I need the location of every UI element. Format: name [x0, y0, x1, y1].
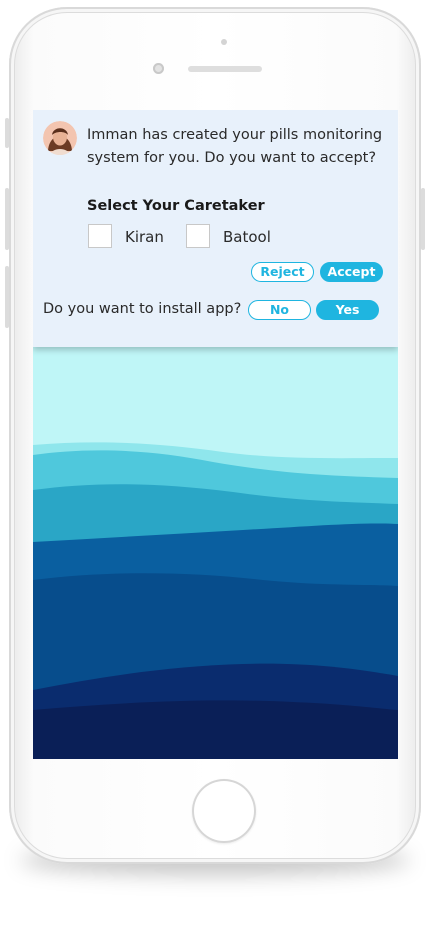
notification-card: Imman has created your pills monitoring … — [33, 110, 398, 347]
caretaker-title: Select Your Caretaker — [87, 198, 265, 214]
volume-up-button — [5, 188, 9, 250]
avatar — [43, 121, 77, 155]
caretaker-checkbox-batool[interactable] — [186, 224, 210, 248]
speaker-icon — [188, 66, 262, 72]
no-button[interactable]: No — [248, 300, 311, 320]
reject-button[interactable]: Reject — [251, 262, 314, 282]
accept-button[interactable]: Accept — [320, 262, 383, 282]
power-button — [421, 188, 425, 250]
caretaker-label-kiran: Kiran — [125, 228, 164, 246]
yes-button[interactable]: Yes — [316, 300, 379, 320]
mute-switch — [5, 118, 9, 148]
sensor-dot — [221, 39, 227, 45]
notification-message: Imman has created your pills monitoring … — [87, 127, 383, 166]
camera-icon — [153, 63, 164, 74]
caretaker-checkbox-kiran[interactable] — [88, 224, 112, 248]
install-question: Do you want to install app? — [43, 301, 242, 317]
volume-down-button — [5, 266, 9, 328]
phone-screen: Imman has created your pills monitoring … — [33, 110, 398, 759]
home-button[interactable] — [192, 779, 256, 843]
caretaker-label-batool: Batool — [223, 228, 271, 246]
